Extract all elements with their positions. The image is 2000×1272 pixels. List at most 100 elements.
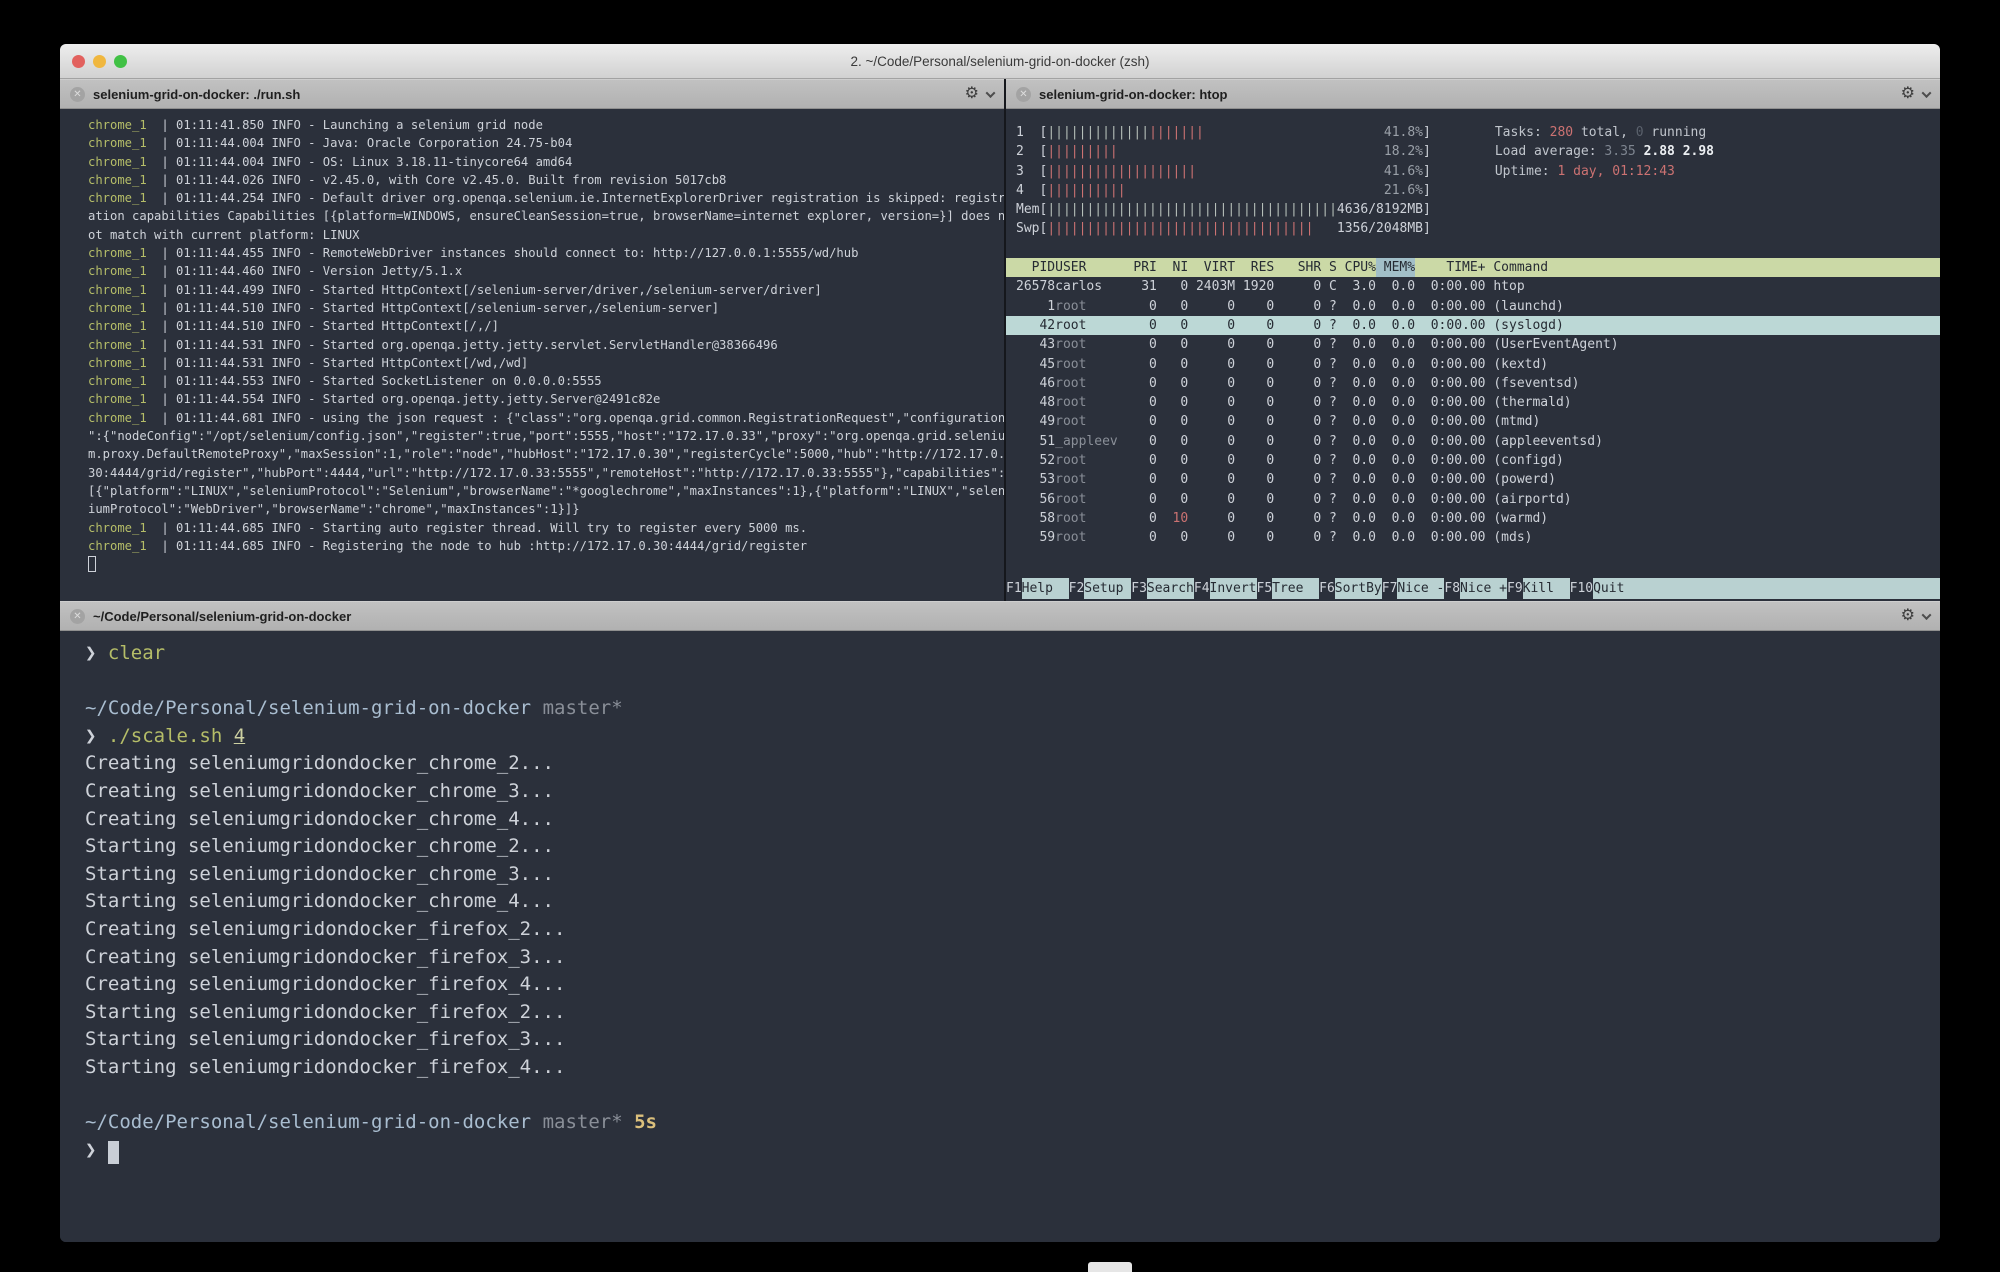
process-cell: 0:00.00	[1430, 279, 1486, 295]
term-segment: master*	[542, 1111, 623, 1134]
term-segment: ||||||	[1149, 163, 1197, 179]
zoom-window-button[interactable]	[114, 54, 127, 68]
cpu-memory-meters: 1 [|||||||||||||||||||| 41.8%] 2 [|||||||…	[1016, 123, 1431, 239]
fkey-quit[interactable]: F10 Quit	[1570, 578, 1940, 599]
fkey-number: F2	[1068, 581, 1085, 596]
fkey-help[interactable]: F1 Help	[1006, 578, 1069, 599]
shell-pane-titlebar[interactable]: ✕ ~/Code/Personal/selenium-grid-on-docke…	[60, 601, 1940, 631]
close-pane-icon[interactable]: ✕	[1016, 86, 1031, 102]
process-cell: ?	[1329, 510, 1337, 526]
fkey-setup[interactable]: F2 Setup	[1069, 578, 1132, 599]
process-cell: (mds)	[1485, 530, 1533, 546]
term-segment	[1196, 164, 1384, 179]
process-row[interactable]: 51 _appleev 0 0 0 0 0? 0.0 0.0 0:00.00 (appleeven…	[1006, 432, 1940, 451]
process-cell: 0	[1149, 530, 1157, 546]
process-row[interactable]: 26578 carlos 31 0 2403M 1920 0 C 3.0 0.0 0:00.00 h…	[1006, 277, 1940, 296]
fkey-kill[interactable]: F9 Kill	[1507, 578, 1570, 599]
term-segment: ❯	[85, 642, 108, 664]
term-segment: chrome_1	[88, 374, 147, 389]
process-cell: 0	[1180, 317, 1189, 333]
process-row[interactable]: 1 root 0 0 0 0 0? 0.0 0.0 0:00.00 (launchd)	[1006, 297, 1940, 316]
process-row[interactable]: 56 root 0 0 0 0 0? 0.0 0.0 0:00.00 (airportd)	[1006, 490, 1940, 509]
close-pane-icon[interactable]: ✕	[70, 608, 85, 624]
process-row[interactable]: 49 root 0 0 0 0 0? 0.0 0.0 0:00.00 (mtmd)	[1006, 412, 1940, 431]
process-cell: MEM%	[1375, 258, 1416, 278]
shell-line: Starting seleniumgridondocker_firefox_4.…	[85, 1054, 1930, 1082]
fkey-number: F10	[1569, 581, 1594, 596]
process-cell: 0:00.00	[1430, 337, 1486, 353]
process-cell: root	[1055, 356, 1087, 372]
process-cell: 0	[1266, 395, 1275, 411]
fkey-invert[interactable]: F4 Invert	[1194, 578, 1257, 599]
process-cell: 0.0	[1352, 298, 1376, 314]
process-cell: 0	[1227, 491, 1236, 507]
htop-pane-titlebar[interactable]: ✕ selenium-grid-on-docker: htop ⚙	[1006, 79, 1940, 109]
htop-terminal[interactable]: 1 [|||||||||||||||||||| 41.8%] 2 [|||||||…	[1006, 109, 1940, 601]
process-row[interactable]: 45 root 0 0 0 0 0? 0.0 0.0 0:00.00 (kextd)	[1006, 355, 1940, 374]
process-cell: root	[1055, 530, 1087, 546]
term-segment: |||||||||	[1047, 144, 1118, 160]
chevron-down-icon[interactable]	[1921, 87, 1932, 98]
term-segment: 4	[233, 724, 246, 747]
term-segment: ❯	[85, 724, 108, 747]
run-sh-pane-titlebar[interactable]: ✕ selenium-grid-on-docker: ./run.sh ⚙	[60, 79, 1004, 109]
dock-peek	[1088, 1262, 1132, 1272]
close-window-button[interactable]	[72, 54, 85, 68]
process-cell: 0.0	[1391, 395, 1416, 411]
window-titlebar[interactable]: 2. ~/Code/Personal/selenium-grid-on-dock…	[60, 44, 1940, 79]
process-cell: 0	[1227, 356, 1236, 372]
process-cell: 0	[1149, 375, 1157, 391]
process-row[interactable]: 48 root 0 0 0 0 0? 0.0 0.0 0:00.00 (thermald)	[1006, 393, 1940, 412]
term-segment: chrome_1	[88, 191, 147, 206]
term-segment: chrome_1	[88, 337, 147, 352]
term-segment: | 01:11:44.685 INFO - Registering the no…	[146, 538, 808, 553]
fkey-number: F6	[1319, 581, 1335, 596]
gear-icon[interactable]: ⚙	[965, 86, 979, 102]
run-sh-terminal[interactable]: chrome_1 | 01:11:41.850 INFO - Launching…	[60, 109, 1004, 601]
process-cell: 0	[1266, 414, 1275, 430]
process-row[interactable]: 43 root 0 0 0 0 0? 0.0 0.0 0:00.00 (UserEventAgen…	[1006, 335, 1940, 354]
process-row[interactable]: 53 root 0 0 0 0 0? 0.0 0.0 0:00.00 (powerd)	[1006, 470, 1940, 489]
process-cell: 0	[1180, 530, 1189, 546]
term-segment: ❯	[85, 1138, 108, 1161]
term-segment: 3.35	[1604, 144, 1644, 160]
term-segment	[1204, 125, 1384, 140]
process-cell: 0.0	[1352, 510, 1376, 526]
minimize-window-button[interactable]	[93, 54, 106, 68]
process-row[interactable]: 42 root 0 0 0 0 0? 0.0 0.0 0:00.00 (syslogd)	[1006, 315, 1940, 336]
term-segment: ]	[1423, 125, 1431, 140]
log-line: chrome_1 | 01:11:44.455 INFO - RemoteWeb…	[88, 244, 998, 262]
process-cell: 0	[1149, 433, 1157, 449]
fkey-label: Invert	[1209, 578, 1257, 599]
gear-icon[interactable]: ⚙	[1901, 608, 1915, 624]
term-segment: Starting seleniumgridondocker_chrome_3..…	[85, 862, 554, 885]
term-segment: ./scale.sh	[107, 724, 234, 747]
fkey-nice-[interactable]: F8 Nice +	[1444, 578, 1507, 599]
term-segment: ot match with current platform: LINUX	[88, 227, 360, 242]
term-segment: ]	[1423, 163, 1431, 179]
close-pane-icon[interactable]: ✕	[70, 86, 85, 102]
process-cell: 0	[1313, 279, 1322, 295]
process-cell: C	[1329, 279, 1337, 295]
gear-icon[interactable]: ⚙	[1901, 86, 1915, 102]
process-row[interactable]: 59 root 0 0 0 0 0? 0.0 0.0 0:00.00 (mds)	[1006, 528, 1940, 547]
fkey-sortby[interactable]: F6 SortBy	[1319, 578, 1382, 599]
process-row[interactable]: 58 root 0 10 0 0 0? 0.0 0.0 0:00.00 (warmd)	[1006, 509, 1940, 528]
process-row[interactable]: 52 root 0 0 0 0 0? 0.0 0.0 0:00.00 (configd)	[1006, 451, 1940, 470]
term-segment: Starting seleniumgridondocker_firefox_4.…	[85, 1055, 566, 1078]
fkey-search[interactable]: F3 Search	[1131, 578, 1194, 599]
fkey-nice-[interactable]: F7 Nice -	[1382, 578, 1445, 599]
process-cell: 51	[1039, 433, 1056, 449]
table-header-row[interactable]: PID USER PRI NI VIRT RES SHR S CPU% MEM% TIME+ Com…	[1006, 258, 1940, 278]
shell-terminal[interactable]: ❯ clear ~/Code/Personal/selenium-grid-on…	[60, 631, 1940, 1242]
fkey-tree[interactable]: F5 Tree	[1257, 578, 1320, 599]
process-cell: 0.0	[1391, 317, 1416, 333]
chevron-down-icon[interactable]	[1921, 609, 1932, 620]
chevron-down-icon[interactable]	[985, 87, 996, 98]
fkey-label: Help	[1021, 578, 1069, 599]
process-cell: 10	[1172, 510, 1189, 526]
term-segment: Mem	[1016, 202, 1040, 218]
process-cell: 0	[1313, 491, 1322, 507]
process-cell: 46	[1039, 375, 1056, 391]
process-row[interactable]: 46 root 0 0 0 0 0? 0.0 0.0 0:00.00 (fseventsd)	[1006, 374, 1940, 393]
